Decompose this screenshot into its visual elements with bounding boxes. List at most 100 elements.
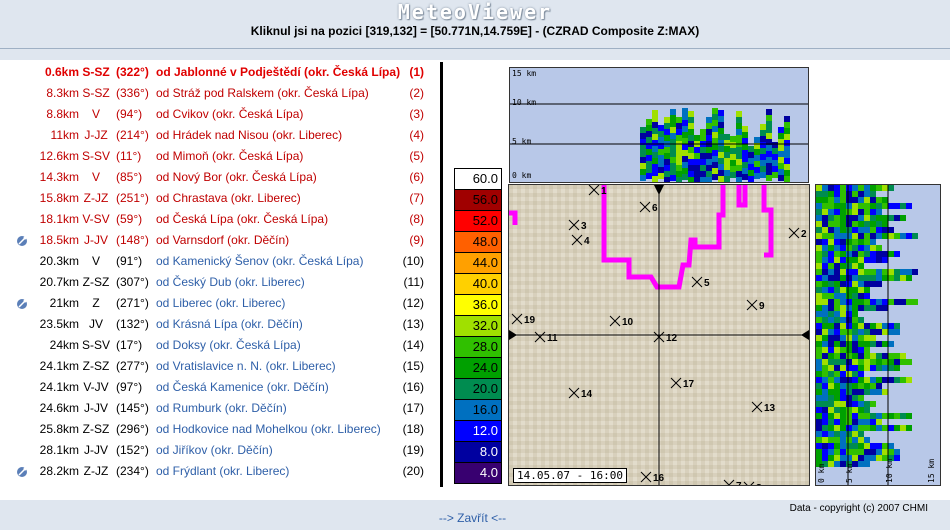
town-name[interactable]: od Nový Bor (okr. Česká Lípa) bbox=[156, 167, 317, 188]
town-distance: 15.8km bbox=[39, 191, 79, 205]
town-name[interactable]: od Hodkovice nad Mohelkou (okr. Liberec) bbox=[156, 419, 381, 440]
town-distance: 24.1km bbox=[39, 359, 79, 373]
town-distance: 18.1km bbox=[39, 212, 79, 226]
town-row[interactable]: 20.7km Z-SZ (307°) od Český Dub (okr. Liber… bbox=[10, 272, 430, 293]
town-distance: 11km bbox=[50, 128, 79, 142]
town-row[interactable]: 18.5km J-JV (148°) od Varnsdorf (okr. Děčín… bbox=[10, 230, 430, 251]
app-title: MeteoViewer bbox=[397, 0, 553, 24]
town-row[interactable]: 24.1km Z-SZ (277°) od Vratislavice n. N. (o… bbox=[10, 356, 430, 377]
town-number: (20) bbox=[402, 464, 424, 478]
town-number: (10) bbox=[402, 254, 424, 268]
town-name[interactable]: od Krásná Lípa (okr. Děčín) bbox=[156, 314, 303, 335]
town-row[interactable]: 20.3km V (91°) od Kamenický Šenov (okr. Čes… bbox=[10, 251, 430, 272]
town-bearing: (296°) bbox=[116, 422, 149, 436]
town-row[interactable]: 23.5km JV (132°) od Krásná Lípa (okr. Děčín… bbox=[10, 314, 430, 335]
town-name[interactable]: od Hrádek nad Nisou (okr. Liberec) bbox=[156, 125, 342, 146]
town-direction: V-SV bbox=[82, 212, 110, 226]
town-name[interactable]: od Frýdlant (okr. Liberec) bbox=[156, 461, 289, 482]
header: MeteoViewer Kliknul jsi na pozici [319,1… bbox=[0, 0, 950, 49]
town-name[interactable]: od Varnsdorf (okr. Děčín) bbox=[156, 230, 289, 251]
ew-label-5: 5 km bbox=[845, 464, 854, 483]
town-name[interactable]: od Česká Lípa (okr. Česká Lípa) bbox=[156, 209, 328, 230]
town-distance: 8.3km bbox=[46, 86, 79, 100]
town-bearing: (59°) bbox=[116, 212, 143, 226]
radar-map[interactable]: 1234567891011121314161719 14.05.07 - 16:… bbox=[508, 184, 810, 486]
map-marker-label: 16 bbox=[653, 473, 665, 484]
town-direction: Z-SZ bbox=[82, 422, 110, 436]
town-bearing: (132°) bbox=[116, 317, 149, 331]
town-row[interactable]: 11km J-JZ (214°) od Hrádek nad Nisou (okr. … bbox=[10, 125, 430, 146]
town-row[interactable]: 0.6km S-SZ (322°) od Jablonné v Podještědí … bbox=[10, 62, 430, 83]
town-row[interactable]: 21km Z (271°) od Liberec (okr. Liberec) (12) bbox=[10, 293, 430, 314]
town-distance: 12.6km bbox=[39, 149, 79, 163]
town-row[interactable]: 28.1km J-JV (152°) od Jiříkov (okr. Děčín) (… bbox=[10, 440, 430, 461]
town-row[interactable]: 24.6km J-JV (145°) od Rumburk (okr. Děčín) (… bbox=[10, 398, 430, 419]
town-name[interactable]: od Rumburk (okr. Děčín) bbox=[156, 398, 287, 419]
town-number: (11) bbox=[403, 275, 424, 289]
ns-label-15: 15 km bbox=[512, 69, 536, 78]
ew-label-15: 15 km bbox=[927, 459, 936, 483]
town-row[interactable]: 14.3km V (85°) od Nový Bor (okr. Česká Lípa… bbox=[10, 167, 430, 188]
town-direction: J-JZ bbox=[84, 128, 108, 142]
town-name[interactable]: od Jiříkov (okr. Děčín) bbox=[156, 440, 273, 461]
town-name[interactable]: od Mimoň (okr. Česká Lípa) bbox=[156, 146, 303, 167]
town-name[interactable]: od Stráž pod Ralskem (okr. Česká Lípa) bbox=[156, 83, 369, 104]
town-bearing: (148°) bbox=[116, 233, 149, 247]
scale-cell: 44.0 bbox=[454, 253, 502, 274]
scale-cell: 28.0 bbox=[454, 337, 502, 358]
scale-cell: 16.0 bbox=[454, 400, 502, 421]
town-direction: V bbox=[91, 254, 100, 268]
town-bearing: (97°) bbox=[116, 380, 143, 394]
town-distance: 25.8km bbox=[39, 422, 79, 436]
town-name[interactable]: od Jablonné v Podještědí (okr. Česká Líp… bbox=[156, 62, 400, 83]
town-number: (9) bbox=[409, 233, 424, 247]
town-bearing: (277°) bbox=[116, 359, 149, 373]
town-number: (6) bbox=[409, 170, 424, 184]
town-direction: S-SV bbox=[82, 149, 111, 163]
scale-cell: 24.0 bbox=[454, 358, 502, 379]
town-number: (3) bbox=[409, 107, 424, 121]
town-number: (2) bbox=[409, 86, 424, 100]
town-name[interactable]: od Chrastava (okr. Liberec) bbox=[156, 188, 301, 209]
town-row[interactable]: 28.2km Z-JZ (234°) od Frýdlant (okr. Libere… bbox=[10, 461, 430, 482]
town-distance: 0.6km bbox=[44, 65, 79, 79]
town-name[interactable]: od Doksy (okr. Česká Lípa) bbox=[156, 335, 301, 356]
town-number: (12) bbox=[402, 296, 424, 310]
town-number: (1) bbox=[409, 65, 424, 79]
town-name[interactable]: od Vratislavice n. N. (okr. Liberec) bbox=[156, 356, 336, 377]
town-number: (16) bbox=[402, 380, 424, 394]
scale-cell: 60.0 bbox=[454, 168, 502, 190]
town-direction: Z bbox=[92, 296, 100, 310]
town-number: (8) bbox=[409, 212, 424, 226]
town-bearing: (91°) bbox=[116, 254, 143, 268]
town-bearing: (152°) bbox=[116, 443, 149, 457]
town-row[interactable]: 12.6km S-SV (11°) od Mimoň (okr. Česká Lípa… bbox=[10, 146, 430, 167]
town-direction: JV bbox=[88, 317, 103, 331]
town-row[interactable]: 24.1km V-JV (97°) od Česká Kamenice (okr. D… bbox=[10, 377, 430, 398]
map-marker-label: 13 bbox=[764, 403, 776, 414]
town-number: (13) bbox=[402, 317, 424, 331]
ew-label-0: 0 km bbox=[817, 464, 826, 483]
town-row[interactable]: 25.8km Z-SZ (296°) od Hodkovice nad Mohelko… bbox=[10, 419, 430, 440]
town-direction: J-JV bbox=[84, 401, 108, 415]
town-name[interactable]: od Český Dub (okr. Liberec) bbox=[156, 272, 305, 293]
map-marker-label: 2 bbox=[801, 229, 807, 240]
close-link[interactable]: --> Zavřít <-- bbox=[0, 511, 945, 525]
town-bearing: (336°) bbox=[116, 86, 149, 100]
town-row[interactable]: 18.1km V-SV (59°) od Česká Lípa (okr. Česká… bbox=[10, 209, 430, 230]
scale-cell: 4.0 bbox=[454, 463, 502, 484]
map-marker-label: 5 bbox=[704, 278, 710, 289]
town-name[interactable]: od Kamenický Šenov (okr. Česká Lípa) bbox=[156, 251, 363, 272]
town-row[interactable]: 8.3km S-SZ (336°) od Stráž pod Ralskem (okr… bbox=[10, 83, 430, 104]
town-distance: 20.3km bbox=[39, 254, 79, 268]
town-name[interactable]: od Cvikov (okr. Česká Lípa) bbox=[156, 104, 303, 125]
map-marker-label: 14 bbox=[581, 389, 593, 400]
town-row[interactable]: 24km S-SV (17°) od Doksy (okr. Česká Lípa) (… bbox=[10, 335, 430, 356]
town-name[interactable]: od Česká Kamenice (okr. Děčín) bbox=[156, 377, 329, 398]
town-distance: 24km bbox=[49, 338, 79, 352]
map-marker-label: 19 bbox=[524, 315, 536, 326]
town-row[interactable]: 15.8km Z-JZ (251°) od Chrastava (okr. Liber… bbox=[10, 188, 430, 209]
town-name[interactable]: od Liberec (okr. Liberec) bbox=[156, 293, 285, 314]
town-row[interactable]: 8.8km V (94°) od Cvikov (okr. Česká Lípa) (3… bbox=[10, 104, 430, 125]
town-direction: V-JV bbox=[83, 380, 109, 394]
